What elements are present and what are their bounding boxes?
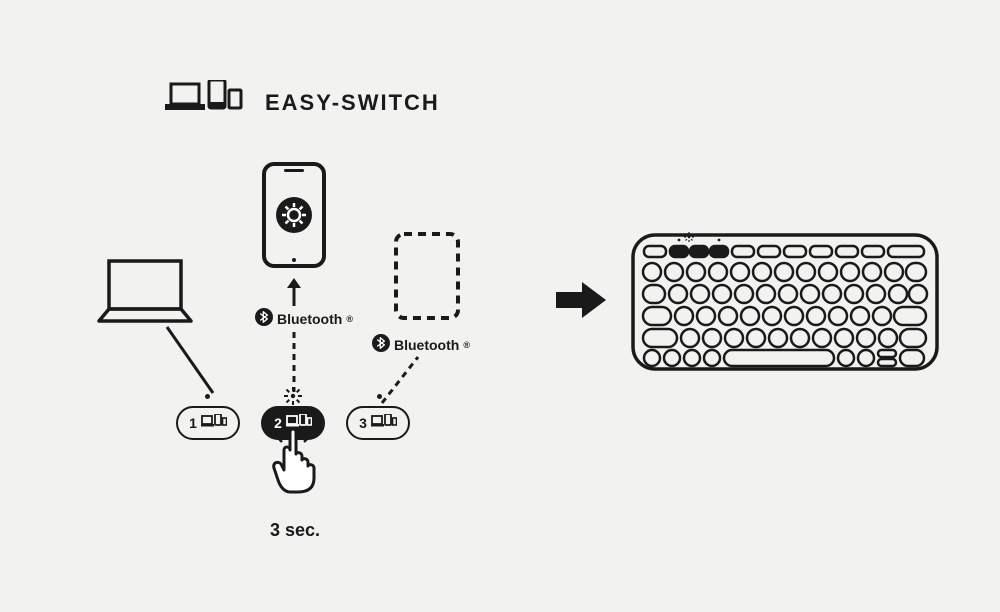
led-dot-3 [377,394,382,399]
led-dot-1 [205,394,210,399]
title-row: EASY-SWITCH [165,80,440,125]
bluetooth-icon [255,308,273,329]
bluetooth-icon [372,334,390,355]
arrow-up-icon [284,278,304,311]
devices-small-icon [371,414,397,433]
devices-icon [165,80,245,125]
hand-press-icon [268,426,324,501]
dashed-device-icon [392,230,462,327]
connector-dashed-3 [380,355,420,410]
easy-switch-key-1[interactable]: 1 [176,406,240,440]
easy-switch-key-3[interactable]: 3 [346,406,410,440]
devices-small-icon [201,414,227,433]
page-title: EASY-SWITCH [265,90,440,116]
phone-settings-icon [260,160,328,275]
arrow-right-icon [556,280,606,325]
bluetooth-label-1: Bluetooth® [255,308,353,329]
easy-switch-diagram: EASY-SWITCH [0,0,1000,612]
connector-line-1 [165,325,215,400]
laptop-icon [95,255,195,330]
bluetooth-label-2: Bluetooth® [372,334,470,355]
keyboard-icon [630,232,940,377]
duration-label: 3 sec. [270,520,320,541]
